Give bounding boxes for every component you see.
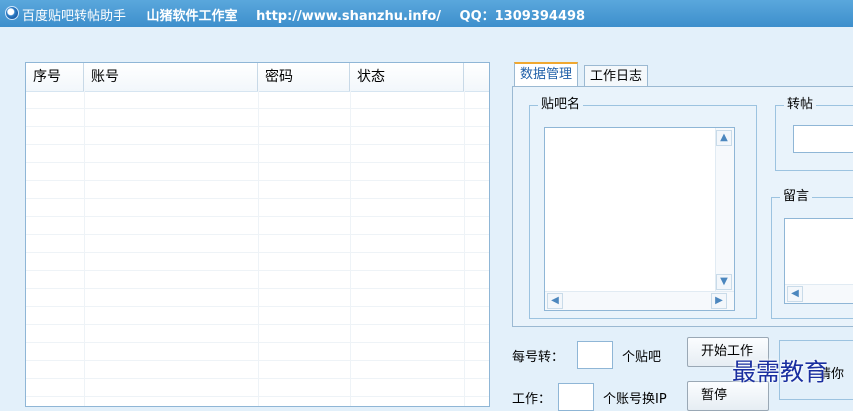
- website-url: http://www.shanzhu.info/: [256, 9, 441, 24]
- forum-group: 贴吧名 ▲ ▼ ◀ ▶: [529, 97, 757, 319]
- table-row[interactable]: [26, 343, 489, 361]
- forum-group-title: 贴吧名: [538, 97, 584, 113]
- table-row[interactable]: [26, 271, 489, 289]
- tab-work-log[interactable]: 工作日志: [584, 65, 649, 87]
- watermark-text: 最需教育: [732, 358, 828, 386]
- repost-group-title: 转帖: [784, 97, 817, 113]
- table-row[interactable]: [26, 163, 489, 181]
- table-row[interactable]: [26, 253, 489, 271]
- list-header: 序号 账号 密码 状态: [26, 63, 489, 92]
- forum-horizontal-scrollbar[interactable]: [545, 291, 734, 310]
- scroll-left-icon[interactable]: ◀: [547, 293, 563, 309]
- scroll-down-icon[interactable]: ▼: [716, 274, 732, 290]
- scroll-right-icon[interactable]: ▶: [711, 293, 727, 309]
- tab-data-management[interactable]: 数据管理: [514, 62, 579, 87]
- column-header-index[interactable]: 序号: [26, 63, 84, 91]
- app-logo-icon: [5, 6, 19, 20]
- table-row[interactable]: [26, 289, 489, 307]
- table-row[interactable]: [26, 217, 489, 235]
- app-title: 百度贴吧转帖助手: [22, 9, 127, 24]
- message-group: 留言 ◀: [771, 189, 853, 319]
- column-header-account[interactable]: 账号: [84, 63, 258, 91]
- header-resize-grip[interactable]: [489, 67, 490, 87]
- table-row[interactable]: [26, 199, 489, 217]
- repost-input[interactable]: [793, 125, 853, 153]
- scroll-up-icon[interactable]: ▲: [716, 130, 732, 146]
- table-row[interactable]: [26, 361, 489, 379]
- account-list[interactable]: 序号 账号 密码 状态: [25, 62, 490, 407]
- list-rows: [26, 91, 489, 406]
- studio-name: 山猪软件工作室: [146, 9, 238, 24]
- column-header-status[interactable]: 状态: [350, 63, 464, 91]
- tab-panel-data: 贴吧名 ▲ ▼ ◀ ▶ 转帖 留言 ◀: [512, 86, 853, 327]
- title-bar: 百度贴吧转帖助手 山猪软件工作室 http://www.shanzhu.info…: [0, 0, 853, 27]
- scroll-left-icon[interactable]: ◀: [787, 286, 803, 302]
- work-label: 工作：: [512, 392, 552, 407]
- work-unit: 个账号换IP: [603, 392, 667, 407]
- message-textarea[interactable]: ◀: [784, 218, 853, 304]
- column-header-password[interactable]: 密码: [258, 63, 350, 91]
- work-input[interactable]: [558, 383, 594, 411]
- table-row[interactable]: [26, 127, 489, 145]
- table-row[interactable]: [26, 91, 489, 109]
- repost-group: 转帖: [775, 97, 853, 171]
- table-row[interactable]: [26, 325, 489, 343]
- table-row[interactable]: [26, 307, 489, 325]
- table-row[interactable]: [26, 379, 489, 397]
- per-account-input[interactable]: [577, 341, 613, 369]
- table-row[interactable]: [26, 109, 489, 127]
- table-row[interactable]: [26, 145, 489, 163]
- forum-list-textarea[interactable]: ▲ ▼ ◀ ▶: [544, 127, 735, 311]
- message-group-title: 留言: [780, 189, 813, 205]
- window-title: 百度贴吧转帖助手 山猪软件工作室 http://www.shanzhu.info…: [22, 5, 599, 24]
- per-account-unit: 个贴吧: [622, 350, 662, 365]
- forum-vertical-scrollbar[interactable]: [715, 128, 734, 293]
- table-row[interactable]: [26, 235, 489, 253]
- qq-contact: QQ：1309394498: [459, 9, 586, 24]
- table-row[interactable]: [26, 181, 489, 199]
- per-account-label: 每号转：: [512, 350, 565, 365]
